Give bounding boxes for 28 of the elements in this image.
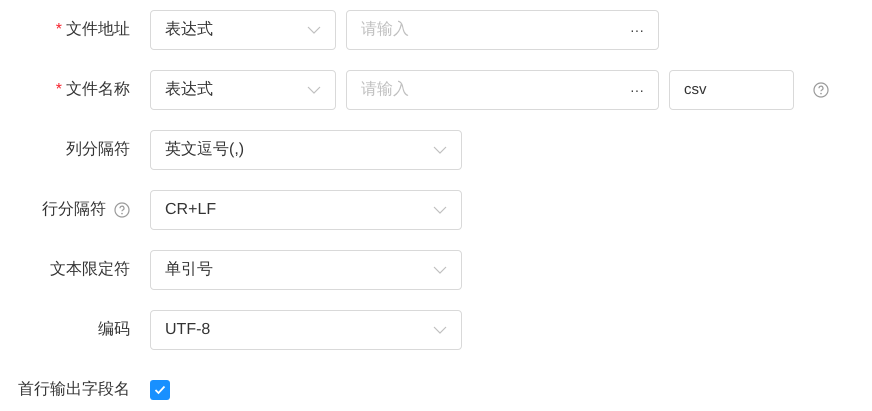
field-label: 文件地址: [66, 20, 130, 40]
chevron-down-icon: [433, 326, 447, 334]
required-mark: *: [56, 80, 62, 100]
field-label: 列分隔符: [66, 140, 130, 160]
more-button[interactable]: ···: [630, 80, 644, 100]
field-label: 行分隔符: [42, 200, 106, 220]
chevron-down-icon: [307, 86, 321, 94]
field-label: 编码: [98, 320, 130, 340]
dropdown-select[interactable]: UTF-8: [150, 310, 462, 350]
input-field[interactable]: 请输入 ···: [346, 70, 659, 110]
field-label: 文本限定符: [50, 260, 130, 280]
field-label: 首行输出字段名: [18, 380, 130, 400]
input-field[interactable]: 请输入 ···: [346, 10, 659, 50]
chevron-down-icon: [307, 26, 321, 34]
dropdown-select[interactable]: CR+LF: [150, 190, 462, 230]
checkmark-icon: [154, 385, 166, 395]
checkbox[interactable]: [150, 380, 170, 400]
more-button[interactable]: ···: [630, 20, 644, 40]
chevron-down-icon: [433, 206, 447, 214]
extension-field[interactable]: csv: [669, 70, 794, 110]
chevron-down-icon: [433, 146, 447, 154]
field-label: 文件名称: [66, 80, 130, 100]
required-mark: *: [56, 20, 62, 40]
dropdown-select[interactable]: 单引号: [150, 250, 462, 290]
mode-select[interactable]: 表达式: [150, 10, 336, 50]
dropdown-select[interactable]: 英文逗号(,): [150, 130, 462, 170]
mode-select[interactable]: 表达式: [150, 70, 336, 110]
chevron-down-icon: [433, 266, 447, 274]
